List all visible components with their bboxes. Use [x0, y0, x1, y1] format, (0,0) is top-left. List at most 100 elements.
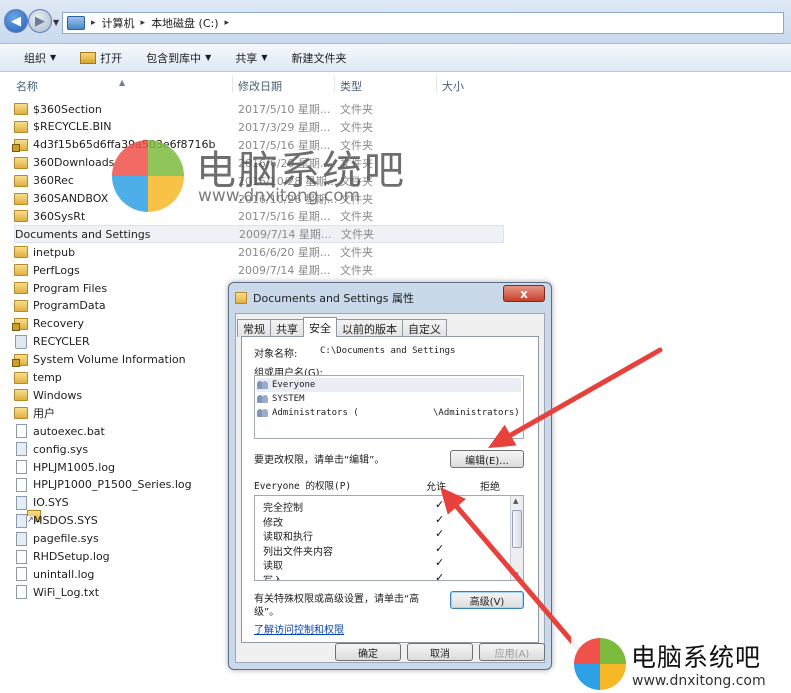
folder-icon [14, 282, 28, 294]
file-name: Windows [33, 388, 83, 402]
access-control-help-link[interactable]: 了解访问控制和权限 [254, 621, 344, 636]
folder-icon [14, 192, 28, 205]
share-button[interactable]: 共享 ▼ [223, 47, 279, 69]
file-name: Program Files [33, 281, 108, 295]
file-icon [16, 585, 27, 600]
list-item-user-system[interactable]: SYSTEM [257, 392, 521, 406]
file-name: Recovery [33, 317, 85, 331]
file-name: RECYCLER [33, 335, 90, 349]
advanced-button[interactable]: 高级(V) [450, 591, 524, 609]
permission-name: 读取和执行 [263, 532, 313, 543]
file-name: PerfLogs [33, 263, 80, 277]
folder-icon [14, 120, 28, 133]
open-folder-icon [80, 51, 97, 64]
column-modified[interactable]: 修改日期 [238, 78, 282, 94]
watermark-badge: 电脑系统吧 www.dnxitong.com [571, 632, 791, 693]
dialog-titlebar[interactable]: Documents and Settings 属性 [235, 289, 414, 307]
breadcrumb[interactable]: ▸ 计算机 ▸ 本地磁盘 (C:) ▸ [62, 12, 784, 34]
watermark-url: www.dnxitong.com [632, 673, 766, 689]
permission-row: 读取和执行 ✓ [263, 527, 503, 543]
include-in-library-button[interactable]: 包含到库中 ▼ [134, 47, 223, 69]
organize-button[interactable]: 组织 ▼ [12, 47, 68, 69]
permissions-list: 写入 ✓ 读取 ✓ 列出文件夹内容 ✓ 读取和执行 ✓ 修改 ✓ 完全控制 ✓ ▲ ▼ [254, 495, 524, 581]
scroll-up-icon[interactable]: ▲ [513, 497, 518, 505]
check-icon: ✓ [435, 527, 445, 540]
scrollbar-thumb[interactable] [512, 510, 522, 548]
file-name: MSDOS.SYS [33, 514, 98, 528]
close-button[interactable]: x [503, 285, 545, 302]
column-divider[interactable] [334, 75, 335, 93]
file-name: config.sys [33, 442, 89, 456]
tab-general[interactable]: 常规 [237, 319, 271, 337]
user-group-icon [257, 380, 269, 390]
file-name: temp [33, 371, 62, 384]
list-item-user-everyone[interactable]: Everyone [257, 378, 521, 392]
permission-name: 写入 [263, 575, 283, 581]
back-arrow-icon: ◀ [11, 13, 21, 29]
dialog-title: Documents and Settings 属性 [253, 292, 415, 305]
column-name[interactable]: 名称 [16, 78, 38, 94]
list-item[interactable]: $360Section 2017/5/10 星期... 文件夹 [14, 100, 504, 118]
tab-customize[interactable]: 自定义 [402, 319, 447, 337]
open-button[interactable]: 打开 [68, 47, 134, 69]
dropdown-icon: ▼ [261, 53, 268, 62]
tab-sharing[interactable]: 共享 [270, 319, 304, 337]
sysfile-icon [16, 442, 27, 457]
ok-button[interactable]: 确定 [335, 643, 401, 661]
file-modified: 2017/5/10 星期... [238, 103, 331, 116]
edit-button[interactable]: 编辑(E)... [450, 450, 524, 468]
sort-ascending-icon: ▲ [119, 78, 126, 87]
windows-logo-icon [112, 140, 184, 212]
column-divider[interactable] [436, 75, 437, 93]
folder-icon [14, 174, 28, 187]
forward-button[interactable]: ▶ [28, 9, 52, 33]
object-name-value: C:\Documents and Settings [320, 346, 456, 356]
column-type[interactable]: 类型 [340, 78, 362, 94]
check-icon: ✓ [435, 541, 445, 555]
security-panel: 对象名称: C:\Documents and Settings 组或用户名(G)… [241, 336, 539, 643]
chevron-right-icon[interactable]: ▸ [91, 18, 96, 28]
computer-icon [67, 16, 85, 30]
permission-row: 修改 ✓ [263, 513, 503, 529]
file-name: RHDSetup.log [33, 550, 110, 563]
file-name: inetpub [33, 245, 76, 259]
check-icon: ✓ [435, 570, 445, 581]
list-item[interactable]: Documents and Settings 2009/7/14 星期... 文件夹 [14, 225, 504, 525]
folder-icon [14, 389, 28, 402]
folder-icon [14, 264, 28, 277]
permission-name: 完全控制 [263, 503, 303, 514]
breadcrumb-computer[interactable]: 计算机 [102, 15, 135, 31]
chevron-right-icon[interactable]: ▸ [141, 18, 146, 28]
file-icon [16, 477, 27, 492]
file-name: HPLJP1000_P1500_Series.log [33, 478, 192, 492]
tab-security[interactable]: 安全 [303, 317, 337, 337]
list-item-user-administrators[interactable]: Administrators ( \Administrators) [257, 406, 521, 420]
list-item[interactable]: inetpub 2016/6/20 星期... 文件夹 [14, 243, 504, 261]
locked-folder-icon [12, 138, 28, 152]
user-group-icon [257, 408, 269, 418]
scroll-down-icon[interactable]: ▼ [513, 571, 518, 579]
recent-pages-dropdown-icon[interactable]: ▼ [53, 18, 59, 27]
user-group-icon [257, 394, 269, 404]
file-name: IO.SYS [33, 496, 69, 510]
change-permissions-hint: 要更改权限，请单击“编辑”。 [254, 455, 385, 466]
users-list[interactable]: Everyone SYSTEM Administrators ( \Admini… [254, 375, 524, 439]
back-button[interactable]: ◀ [4, 9, 28, 33]
sysfile-icon [16, 513, 27, 528]
file-name: autoexec.bat [33, 424, 105, 438]
chevron-right-icon[interactable]: ▸ [225, 18, 230, 28]
list-item[interactable]: PerfLogs 2009/7/14 星期... 文件夹 [14, 261, 504, 279]
apply-button[interactable]: 应用(A) [479, 643, 545, 661]
breadcrumb-local-disk[interactable]: 本地磁盘 (C:) [151, 15, 218, 31]
cancel-button[interactable]: 取消 [407, 643, 473, 661]
new-folder-button[interactable]: 新建文件夹 [279, 47, 358, 69]
tab-previous-versions[interactable]: 以前的版本 [336, 319, 403, 337]
file-type: 文件夹 [341, 228, 374, 242]
column-size[interactable]: 大小 [442, 78, 464, 94]
sysfile-icon [16, 531, 27, 546]
permissions-scrollbar[interactable]: ▲ ▼ [510, 496, 523, 580]
file-modified: 2009/7/14 星期... [238, 264, 331, 278]
column-divider[interactable] [232, 75, 233, 93]
close-icon: x [520, 286, 528, 301]
file-type: 文件夹 [340, 264, 373, 278]
